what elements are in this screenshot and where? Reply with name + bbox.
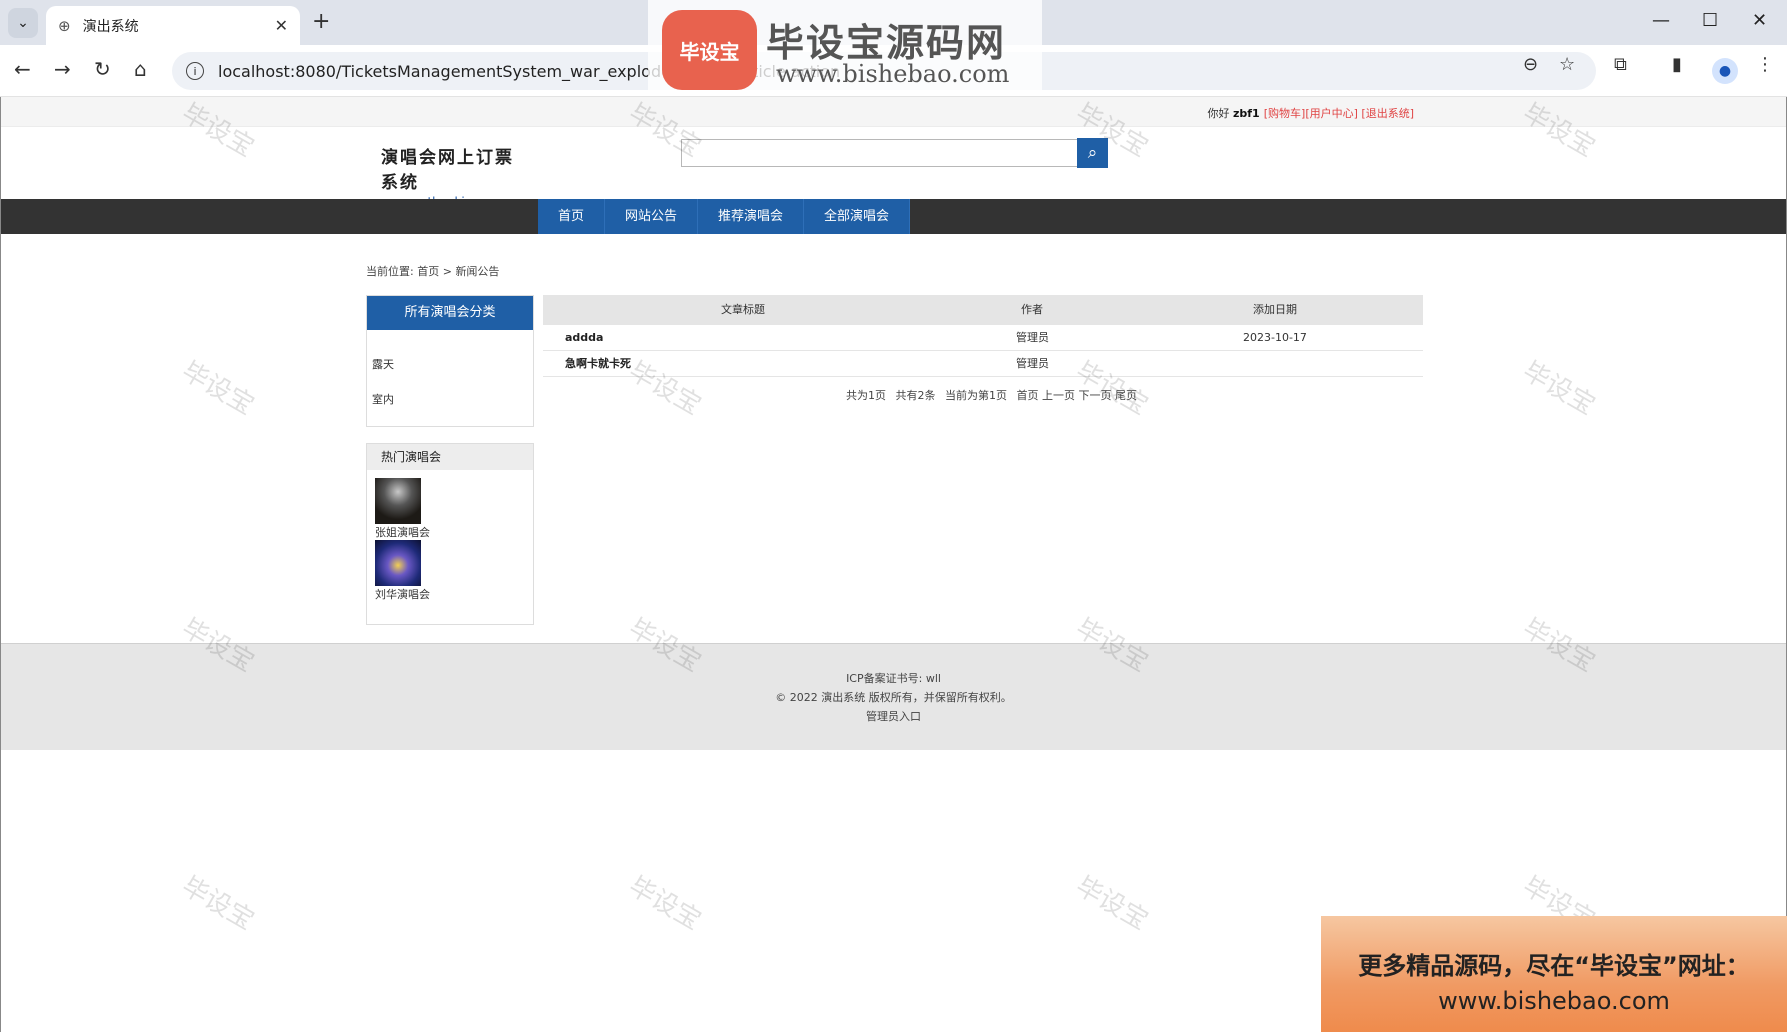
user-greeting: 你好 zbf1 [购物车][用户中心] [退出系统] [1208, 105, 1415, 121]
username: zbf1 [1233, 107, 1260, 120]
reload-icon[interactable]: ↻ [94, 57, 111, 81]
search-input[interactable] [681, 139, 1078, 167]
pager-first-link[interactable]: 首页 [1017, 389, 1039, 402]
hot-concert-item[interactable]: 张姐演唱会 [375, 478, 430, 540]
article-title-link[interactable]: addda [565, 325, 603, 351]
pager-total-pages: 共为1页 [846, 389, 886, 402]
breadcrumb-current: 新闻公告 [455, 265, 500, 278]
logout-link[interactable]: [退出系统] [1361, 107, 1414, 120]
cart-link[interactable]: [购物车] [1264, 107, 1306, 120]
search-button[interactable]: ⌕ [1077, 138, 1108, 168]
breadcrumb-label: 当前位置: [366, 265, 414, 278]
copyright-text: © 2022 演出系统 版权所有，并保留所有权利。 [775, 691, 1012, 704]
promo-line-1: 更多精品源码，尽在“毕设宝”网址： [1358, 952, 1750, 980]
hot-concert-item[interactable]: 刘华演唱会 [375, 540, 430, 602]
site-info-icon[interactable]: i [186, 62, 204, 80]
concert-thumbnail [375, 478, 421, 524]
nav-home[interactable]: 首页 [538, 199, 606, 234]
category-item-indoor[interactable]: 室内 [367, 391, 394, 407]
hot-concerts-title: 热门演唱会 [367, 444, 533, 470]
user-center-link[interactable]: [用户中心] [1305, 107, 1358, 120]
pager-total-items: 共有2条 [895, 389, 936, 402]
category-item-outdoor[interactable]: 露天 [367, 356, 394, 372]
minimize-icon[interactable]: — [1652, 10, 1670, 31]
promo-line-2: www.bishebao.com [1438, 987, 1670, 1015]
article-date: 2023-10-17 [1243, 331, 1307, 344]
pager-next-link[interactable]: 下一页 [1079, 389, 1112, 402]
main-nav: 首页 网站公告 推荐演唱会 全部演唱会 [1, 199, 1786, 234]
site-page: 你好 zbf1 [购物车][用户中心] [退出系统] 演唱会网上订票系统 conc… [0, 97, 1787, 1032]
maximize-icon[interactable]: ☐ [1702, 10, 1718, 31]
new-tab-plus-icon[interactable]: + [312, 9, 330, 34]
bookmark-star-icon[interactable]: ☆ [1559, 54, 1575, 75]
pagination: 共为1页 共有2条 当前为第1页 首页 上一页 下一页 尾页 [846, 387, 1137, 403]
concert-thumbnail [375, 540, 421, 586]
user-topbar: 你好 zbf1 [购物车][用户中心] [退出系统] [1, 97, 1786, 127]
category-title: 所有演唱会分类 [367, 296, 533, 330]
col-date: 添加日期 [1253, 303, 1297, 316]
greeting-text: 你好 [1207, 107, 1230, 120]
nav-all-concerts[interactable]: 全部演唱会 [804, 199, 911, 234]
site-header: 演唱会网上订票系统 concertbooking.com ⌕ [1, 127, 1786, 209]
close-window-icon[interactable]: ✕ [1752, 10, 1767, 31]
nav-announcements[interactable]: 网站公告 [605, 199, 699, 234]
brand-name: 毕设宝源码网 [766, 21, 1007, 65]
globe-icon: ⊕ [58, 16, 71, 35]
close-tab-icon[interactable]: ✕ [275, 16, 288, 35]
hot-concert-name: 张姐演唱会 [375, 526, 430, 539]
col-title: 文章标题 [721, 303, 765, 316]
pager-last-link[interactable]: 尾页 [1115, 389, 1137, 402]
breadcrumb: 当前位置: 首页 > 新闻公告 [366, 263, 499, 279]
brand-watermark-banner: 毕设宝 毕设宝源码网 www.bishebao.com [648, 0, 1042, 95]
breadcrumb-home-link[interactable]: 首页 [417, 265, 439, 278]
admin-entry-link[interactable]: 管理员入口 [1, 707, 1786, 726]
brand-badge-logo: 毕设宝 [662, 10, 757, 90]
home-icon[interactable]: ⌂ [134, 57, 147, 81]
breadcrumb-separator: > [442, 265, 452, 278]
pager-current-page: 当前为第1页 [945, 389, 1007, 402]
logo-cn: 演唱会网上订票系统 [381, 148, 514, 193]
more-menu-icon[interactable]: ⋮ [1756, 54, 1774, 75]
article-table: 文章标题 作者 添加日期 addda 管理员 2023-10-17 急啊卡就卡死… [543, 295, 1423, 377]
browser-tab[interactable]: ⊕ 演出系统 ✕ [46, 6, 300, 45]
tab-title: 演出系统 [82, 18, 139, 35]
side-panel-icon[interactable]: ▮ [1672, 54, 1682, 75]
nav-recommended[interactable]: 推荐演唱会 [698, 199, 805, 234]
brand-url: www.bishebao.com [776, 60, 1010, 88]
article-author: 管理员 [1016, 331, 1049, 344]
pager-prev-link[interactable]: 上一页 [1042, 389, 1075, 402]
table-row: addda 管理员 2023-10-17 [543, 325, 1423, 351]
table-header: 文章标题 作者 添加日期 [543, 295, 1423, 325]
search-icon: ⌕ [1087, 143, 1098, 163]
category-panel: 所有演唱会分类 露天 室内 [366, 295, 534, 427]
article-title-link[interactable]: 急啊卡就卡死 [565, 351, 631, 377]
icp-text: ICP备案证书号: wll [846, 672, 941, 685]
hot-concerts-panel: 热门演唱会 张姐演唱会 刘华演唱会 [366, 443, 534, 625]
site-footer: ICP备案证书号: wll © 2022 演出系统 版权所有，并保留所有权利。 … [1, 643, 1786, 750]
hot-concert-name: 刘华演唱会 [375, 588, 430, 601]
forward-arrow-icon[interactable]: → [54, 57, 71, 81]
promo-banner: 更多精品源码，尽在“毕设宝”网址： www.bishebao.com [1321, 916, 1787, 1032]
back-arrow-icon[interactable]: ← [14, 57, 31, 81]
col-author: 作者 [1021, 303, 1043, 316]
article-author: 管理员 [1016, 357, 1049, 370]
table-row: 急啊卡就卡死 管理员 [543, 351, 1423, 377]
profile-avatar-icon[interactable]: ● [1712, 58, 1738, 84]
tab-search-chevron-icon[interactable]: ⌄ [8, 8, 38, 38]
zoom-icon[interactable]: ⊖ [1523, 54, 1538, 75]
extensions-puzzle-icon[interactable]: ⧉ [1614, 54, 1627, 75]
